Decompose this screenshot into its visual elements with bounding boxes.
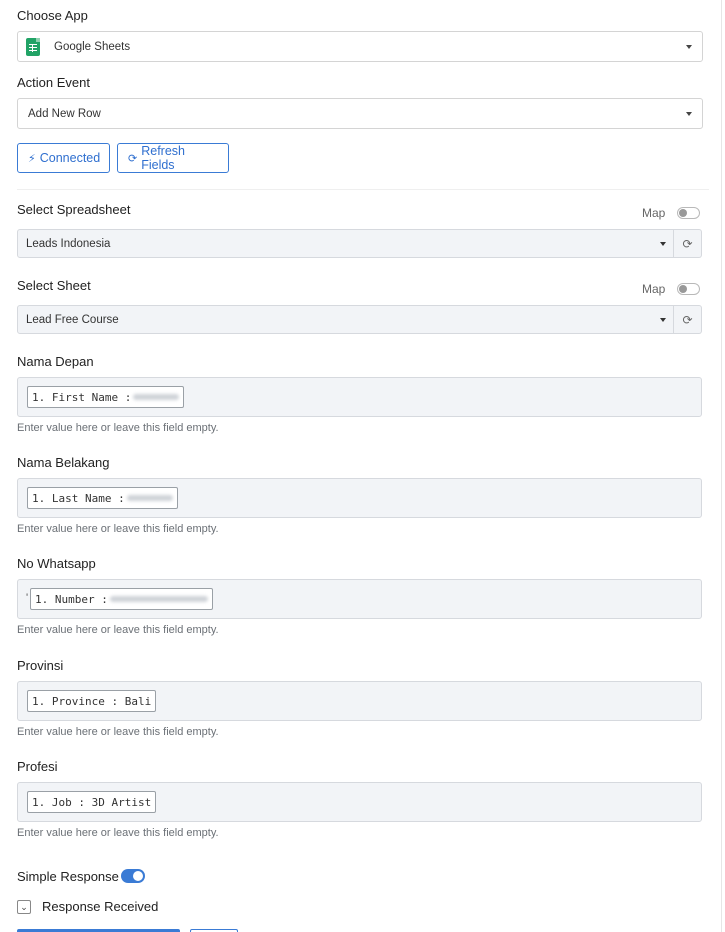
chevron-down-icon <box>660 242 666 246</box>
redacted-value <box>109 596 208 602</box>
field-label: No Whatsapp <box>17 556 96 571</box>
field-input-nama-depan[interactable]: 1. First Name : <box>17 377 702 417</box>
chevron-down-icon <box>686 112 692 116</box>
spreadsheet-value: Leads Indonesia <box>26 237 111 250</box>
sheet-refresh-button[interactable]: ⟳ <box>674 305 702 334</box>
refresh-fields-button[interactable]: ⟳ Refresh Fields <box>117 143 229 173</box>
field-mapping-tag[interactable]: 1. Province : Bali <box>27 690 157 712</box>
sheet-map-label: Map <box>642 282 666 296</box>
toggle-knob <box>679 209 687 217</box>
section-divider <box>17 189 709 190</box>
tag-text: 1. First Name : <box>32 390 132 404</box>
choose-app-label: Choose App <box>17 8 88 23</box>
toggle-knob <box>133 871 143 881</box>
action-event-label: Action Event <box>17 75 90 90</box>
spreadsheet-map-label: Map <box>642 206 666 220</box>
field-hint: Enter value here or leave this field emp… <box>17 523 219 535</box>
field-prefix: ' <box>26 592 29 604</box>
field-mapping-tag[interactable]: 1. First Name : <box>27 386 185 408</box>
response-received-expand-checkbox[interactable]: ⌄ <box>17 900 31 914</box>
google-sheets-icon <box>26 37 40 56</box>
choose-app-select[interactable]: Google Sheets <box>17 31 703 62</box>
simple-response-label: Simple Response <box>17 869 119 884</box>
sheet-select[interactable]: Lead Free Course <box>17 305 674 334</box>
field-input-provinsi[interactable]: 1. Province : Bali <box>17 681 702 721</box>
tag-text: 1. Job : 3D Artist <box>32 795 152 809</box>
refresh-icon: ⟳ <box>682 236 693 251</box>
field-mapping-tag[interactable]: 1. Number : <box>30 588 213 610</box>
tag-text: 1. Province : Bali <box>32 694 152 708</box>
tag-text: 1. Last Name : <box>32 491 125 505</box>
field-label: Nama Belakang <box>17 455 110 470</box>
sheet-value: Lead Free Course <box>26 313 119 326</box>
action-event-select[interactable]: Add New Row <box>17 98 703 129</box>
chevron-down-icon <box>686 45 692 49</box>
choose-app-value: Google Sheets <box>54 40 131 53</box>
field-label: Profesi <box>17 759 58 774</box>
redacted-value <box>133 394 180 400</box>
chevron-down-icon <box>660 318 666 322</box>
tag-text: 1. Number : <box>35 592 108 606</box>
field-input-nama-belakang[interactable]: 1. Last Name : <box>17 478 702 518</box>
panel-border <box>721 0 722 932</box>
select-spreadsheet-label: Select Spreadsheet <box>17 202 131 217</box>
redacted-value <box>126 495 173 501</box>
refresh-icon: ⟳ <box>128 152 138 165</box>
field-input-no-whatsapp[interactable]: ' 1. Number : <box>17 579 702 619</box>
refresh-fields-label: Refresh Fields <box>141 144 185 172</box>
field-label: Provinsi <box>17 658 64 673</box>
spreadsheet-select[interactable]: Leads Indonesia <box>17 229 674 258</box>
field-hint: Enter value here or leave this field emp… <box>17 827 219 839</box>
field-hint: Enter value here or leave this field emp… <box>17 422 219 434</box>
field-mapping-tag[interactable]: 1. Last Name : <box>27 487 178 509</box>
field-input-profesi[interactable]: 1. Job : 3D Artist <box>17 782 702 822</box>
refresh-icon: ⟳ <box>682 312 693 327</box>
connected-button[interactable]: ⚡ Connected <box>17 143 110 173</box>
select-sheet-label: Select Sheet <box>17 278 91 293</box>
field-hint: Enter value here or leave this field emp… <box>17 624 219 636</box>
spreadsheet-map-toggle[interactable] <box>677 207 700 219</box>
plug-icon: ⚡ <box>28 152 36 165</box>
field-label: Nama Depan <box>17 354 94 369</box>
field-mapping-tag[interactable]: 1. Job : 3D Artist <box>27 791 157 813</box>
chevron-down-icon: ⌄ <box>20 901 28 912</box>
response-received-label: Response Received <box>42 899 159 914</box>
toggle-knob <box>679 285 687 293</box>
spreadsheet-refresh-button[interactable]: ⟳ <box>674 229 702 258</box>
action-config-panel: Choose App Google Sheets Action Event Ad… <box>0 0 725 932</box>
action-event-value: Add New Row <box>28 107 101 120</box>
field-hint: Enter value here or leave this field emp… <box>17 726 219 738</box>
sheet-map-toggle[interactable] <box>677 283 700 295</box>
simple-response-toggle[interactable] <box>121 869 145 883</box>
connected-label: Connected <box>39 151 101 165</box>
